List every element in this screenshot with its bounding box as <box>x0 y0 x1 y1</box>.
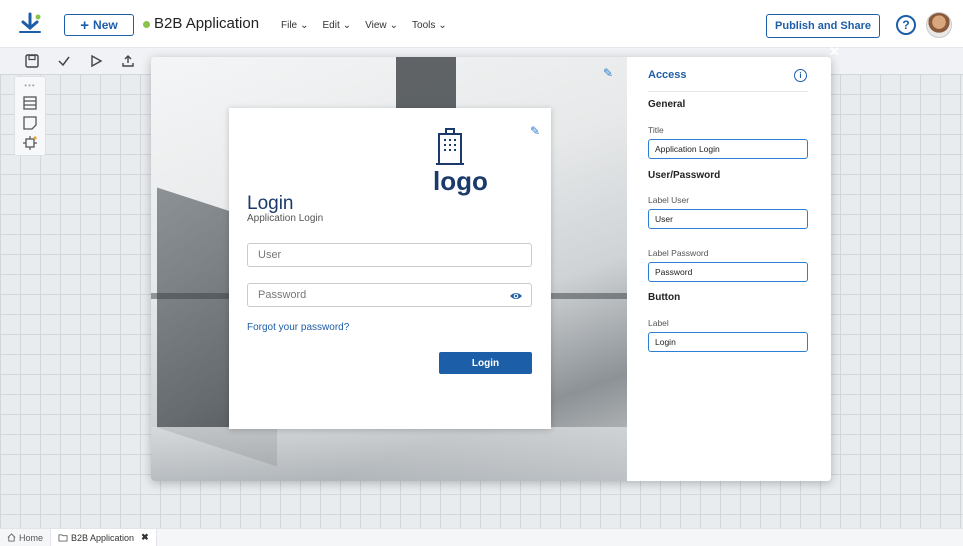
app-logo-icon[interactable] <box>17 12 43 34</box>
label-user-field-label: Label User <box>648 195 690 205</box>
menu-tools-label: Tools <box>412 20 436 31</box>
plus-icon: + <box>80 16 90 34</box>
title-field-label: Title <box>648 125 664 135</box>
section-user-password: User/Password <box>648 170 721 181</box>
building-logo-icon <box>436 128 464 165</box>
forgot-password-link[interactable]: Forgot your password? <box>247 322 349 333</box>
new-button-label: New <box>93 18 118 32</box>
help-icon[interactable]: ? <box>896 15 916 35</box>
menu-edit-label: Edit <box>322 20 340 31</box>
logo-text: logo <box>433 166 488 196</box>
component-icon[interactable] <box>23 136 37 150</box>
login-card: ✎ logo Login Application Login User Pass… <box>229 108 551 429</box>
edit-logo-icon[interactable]: ✎ <box>530 124 540 138</box>
background-photo <box>151 427 627 481</box>
title-field-value: Application Login <box>655 144 720 154</box>
password-input[interactable]: Password <box>247 283 532 307</box>
app-title: B2B Application <box>154 15 260 32</box>
close-icon[interactable]: ✕ <box>829 44 840 60</box>
info-icon[interactable]: i <box>794 69 807 82</box>
form-icon[interactable] <box>23 96 37 110</box>
user-placeholder: User <box>258 249 282 261</box>
label-password-field-label: Label Password <box>648 248 709 258</box>
password-placeholder: Password <box>258 289 307 301</box>
note-icon[interactable] <box>23 116 37 130</box>
button-label-field[interactable]: Login <box>648 332 808 352</box>
login-button[interactable]: Login <box>439 352 532 374</box>
close-tab-icon[interactable]: ✖ <box>141 532 149 543</box>
menu-file[interactable]: File ⌄ <box>281 20 309 31</box>
section-general: General <box>648 99 686 110</box>
new-button[interactable]: + New <box>64 14 134 36</box>
user-input[interactable]: User <box>247 243 532 267</box>
top-bar: + New B2B Application File ⌄ Edit ⌄ View ⌄ … <box>0 0 963 48</box>
chevron-down-icon: ⌄ <box>389 20 399 31</box>
drag-handle-icon[interactable]: ••• <box>24 81 35 90</box>
chevron-down-icon: ⌄ <box>342 20 352 31</box>
menu-view-label: View <box>365 20 387 31</box>
login-title: Login <box>247 193 294 214</box>
export-icon[interactable] <box>121 54 135 68</box>
login-preview: ✎ ✎ logo Login Application Login User Pa… <box>151 57 627 481</box>
menu-tools[interactable]: Tools ⌄ <box>412 20 447 31</box>
label-password-field[interactable]: Password <box>648 262 808 282</box>
play-icon[interactable] <box>89 54 103 68</box>
tab-b2b-application-label: B2B Application <box>71 532 135 543</box>
panel-heading: Access <box>648 69 687 81</box>
title-field[interactable]: Application Login <box>648 139 808 159</box>
tab-home-label: Home <box>19 532 44 543</box>
left-tool-palette: ••• <box>14 76 46 156</box>
app-status-dot <box>143 21 150 28</box>
properties-panel: Access i General Title Application Login… <box>627 57 831 481</box>
publish-and-share-button[interactable]: Publish and Share <box>766 14 880 38</box>
edit-background-icon[interactable]: ✎ <box>603 66 613 80</box>
access-editor-modal: ✎ ✎ logo Login Application Login User Pa… <box>151 57 831 481</box>
chevron-down-icon: ⌄ <box>300 20 309 31</box>
home-icon <box>7 533 16 542</box>
divider <box>648 91 808 92</box>
check-icon[interactable] <box>57 54 71 68</box>
section-button: Button <box>648 292 681 303</box>
menu-file-label: File <box>281 20 298 31</box>
menu-edit[interactable]: Edit ⌄ <box>323 20 352 31</box>
tab-home[interactable]: Home <box>0 529 50 546</box>
bottom-tab-bar: Home B2B Application ✖ <box>0 528 963 546</box>
label-user-field[interactable]: User <box>648 209 808 229</box>
eye-icon[interactable] <box>509 289 523 303</box>
login-subtitle: Application Login <box>247 213 324 224</box>
tab-b2b-application[interactable]: B2B Application ✖ <box>50 528 157 546</box>
menu-view[interactable]: View ⌄ <box>365 20 398 31</box>
button-label-field-label: Label <box>648 318 669 328</box>
save-icon[interactable] <box>25 54 39 68</box>
button-label-field-value: Login <box>655 337 676 347</box>
label-password-field-value: Password <box>655 267 693 277</box>
label-user-field-value: User <box>655 214 673 224</box>
main-menu: File ⌄ Edit ⌄ View ⌄ Tools ⌄ <box>281 20 447 31</box>
chevron-down-icon: ⌄ <box>438 20 447 31</box>
user-avatar[interactable] <box>926 12 952 38</box>
folder-icon <box>58 534 68 542</box>
